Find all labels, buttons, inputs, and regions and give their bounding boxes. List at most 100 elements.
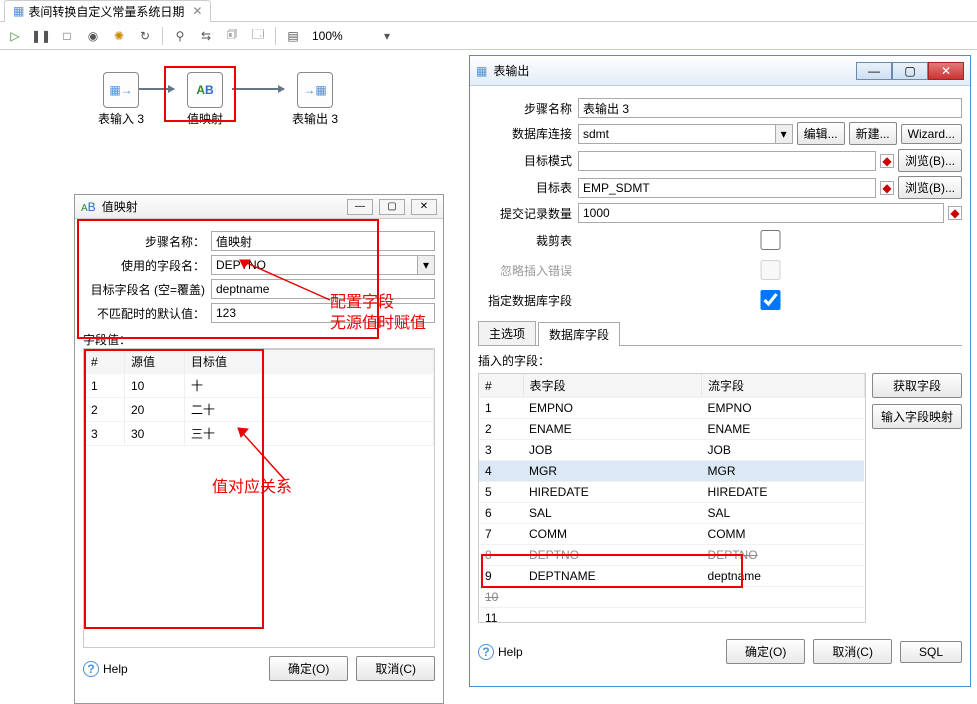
new-connection-button[interactable]: 新建...	[849, 122, 897, 145]
target-table-input[interactable]	[578, 178, 876, 198]
insert-fields-label: 插入的字段：	[478, 352, 962, 369]
table-row[interactable]: 4MGRMGR	[479, 461, 864, 482]
preview-icon[interactable]: ◉	[84, 27, 102, 45]
table-row[interactable]: 1EMPNOEMPNO	[479, 398, 864, 419]
step-table-input[interactable]: ▦→ 表输入 3	[86, 72, 156, 127]
close-button[interactable]: ✕	[411, 199, 437, 215]
step-name-input[interactable]	[211, 231, 435, 251]
step-label: 值映射	[170, 110, 240, 127]
transformation-canvas[interactable]: ▦→ 表输入 3 AB 值映射 →▦ 表输出 3	[0, 50, 460, 170]
ok-button[interactable]: 确定(O)	[269, 656, 348, 681]
minimize-button[interactable]: —	[347, 199, 373, 215]
browse-table-button[interactable]: 浏览(B)...	[898, 176, 962, 199]
transform-icon: ▦	[13, 4, 24, 18]
table-row[interactable]: 7COMMCOMM	[479, 524, 864, 545]
minimize-button[interactable]: —	[856, 62, 892, 80]
value-map-grid[interactable]: # 源值 目标值 110十220二十330三十	[83, 348, 435, 648]
cancel-button[interactable]: 取消(C)	[356, 656, 435, 681]
db-connection-input[interactable]	[578, 124, 775, 144]
align-icon[interactable]: ▤	[284, 27, 302, 45]
editor-tab-title: 表间转换自定义常量系统日期	[28, 3, 184, 20]
zoom-input[interactable]	[310, 28, 370, 44]
specify-fields-label: 指定数据库字段	[478, 292, 578, 309]
step-name-input[interactable]	[578, 98, 962, 118]
commit-size-input[interactable]	[578, 203, 944, 223]
table-row[interactable]: 8DEPTNODEPTNO	[479, 545, 864, 566]
value-mapper-icon: AB	[187, 72, 223, 108]
editor-tabbar: ▦ 表间转换自定义常量系统日期 ✕	[0, 0, 977, 22]
variable-icon[interactable]: ◆	[880, 181, 894, 195]
stop-icon[interactable]: □	[58, 27, 76, 45]
commit-size-label: 提交记录数量	[478, 205, 578, 222]
truncate-checkbox[interactable]	[582, 230, 959, 250]
col-header-src[interactable]: 源值	[125, 350, 185, 374]
table-row[interactable]: 10	[479, 587, 864, 608]
cancel-button[interactable]: 取消(C)	[813, 639, 892, 664]
pause-icon[interactable]: ❚❚	[32, 27, 50, 45]
col-header-tgt[interactable]: 目标值	[185, 350, 434, 374]
zoom-dropdown-icon[interactable]: ▾	[378, 27, 396, 45]
col-header-idx[interactable]: #	[85, 350, 125, 374]
specify-fields-checkbox[interactable]	[582, 290, 959, 310]
sql-icon[interactable]: 🗊	[223, 27, 241, 45]
tab-database-fields[interactable]: 数据库字段	[538, 322, 620, 346]
editor-tab[interactable]: ▦ 表间转换自定义常量系统日期 ✕	[4, 0, 211, 22]
table-output-dialog: ▦ 表输出 — ▢ ✕ 步骤名称 数据库连接 ▾ 编辑... 新建... Wiz…	[469, 55, 971, 687]
dropdown-icon[interactable]: ▾	[417, 255, 435, 275]
table-row[interactable]: 330三十	[85, 422, 434, 446]
col-header-idx[interactable]: #	[479, 374, 523, 398]
fields-grid[interactable]: # 表字段 流字段 1EMPNOEMPNO2ENAMEENAME3JOBJOB4…	[478, 373, 866, 623]
dropdown-icon[interactable]: ▾	[775, 124, 793, 144]
table-row[interactable]: 3JOBJOB	[479, 440, 864, 461]
default-value-input[interactable]	[211, 303, 435, 323]
close-button[interactable]: ✕	[928, 62, 964, 80]
table-row[interactable]: 9DEPTNAMEdeptname	[479, 566, 864, 587]
table-output-icon: ▦	[476, 64, 487, 78]
table-row[interactable]: 220二十	[85, 398, 434, 422]
close-icon[interactable]: ✕	[192, 4, 202, 18]
ignore-errors-label: 忽略插入错误	[478, 262, 578, 279]
input-field-mapping-button[interactable]: 输入字段映射	[872, 404, 962, 429]
table-row[interactable]: 110十	[85, 374, 434, 398]
variable-icon[interactable]: ◆	[880, 154, 894, 168]
toolbar: ▷ ❚❚ □ ◉ ✺ ↻ ⚲ ⇆ 🗊 🗔 ▤ ▾	[0, 22, 977, 50]
tab-main-options[interactable]: 主选项	[478, 321, 536, 345]
step-table-output[interactable]: →▦ 表输出 3	[280, 72, 350, 127]
use-field-input[interactable]	[211, 255, 417, 275]
table-row[interactable]: 2ENAMEENAME	[479, 419, 864, 440]
debug-icon[interactable]: ✺	[110, 27, 128, 45]
step-name-label: 步骤名称	[478, 100, 578, 117]
sql-button[interactable]: SQL	[900, 641, 962, 663]
target-schema-input[interactable]	[578, 151, 876, 171]
step-name-label: 步骤名称：	[83, 233, 211, 250]
ok-button[interactable]: 确定(O)	[726, 639, 805, 664]
table-input-icon: ▦→	[103, 72, 139, 108]
target-field-input[interactable]	[211, 279, 435, 299]
table-row[interactable]: 6SALSAL	[479, 503, 864, 524]
step-label: 表输出 3	[280, 110, 350, 127]
step-label: 表输入 3	[86, 110, 156, 127]
edit-connection-button[interactable]: 编辑...	[797, 122, 845, 145]
replay-icon[interactable]: ↻	[136, 27, 154, 45]
step-value-mapper[interactable]: AB 值映射	[170, 72, 240, 127]
wizard-button[interactable]: Wizard...	[901, 124, 962, 144]
dialog-title: 表输出	[493, 62, 529, 79]
separator	[162, 27, 163, 45]
impact-icon[interactable]: ⇆	[197, 27, 215, 45]
explore-icon[interactable]: 🗔	[249, 27, 267, 45]
maximize-button[interactable]: ▢	[892, 62, 928, 80]
browse-schema-button[interactable]: 浏览(B)...	[898, 149, 962, 172]
get-fields-button[interactable]: 获取字段	[872, 373, 962, 398]
verify-icon[interactable]: ⚲	[171, 27, 189, 45]
value-mapper-dialog: AB 值映射 — ▢ ✕ 步骤名称： 使用的字段名： ▾ 目标字段名 (空=覆盖…	[74, 194, 444, 704]
col-header-table-field[interactable]: 表字段	[523, 374, 702, 398]
default-value-label: 不匹配时的默认值：	[83, 305, 211, 322]
maximize-button[interactable]: ▢	[379, 199, 405, 215]
run-icon[interactable]: ▷	[6, 27, 24, 45]
col-header-stream-field[interactable]: 流字段	[702, 374, 865, 398]
table-row[interactable]: 11	[479, 608, 864, 624]
variable-icon[interactable]: ◆	[948, 206, 962, 220]
help-button[interactable]: ?Help	[478, 644, 523, 660]
table-row[interactable]: 5HIREDATEHIREDATE	[479, 482, 864, 503]
help-button[interactable]: ?Help	[83, 661, 128, 677]
